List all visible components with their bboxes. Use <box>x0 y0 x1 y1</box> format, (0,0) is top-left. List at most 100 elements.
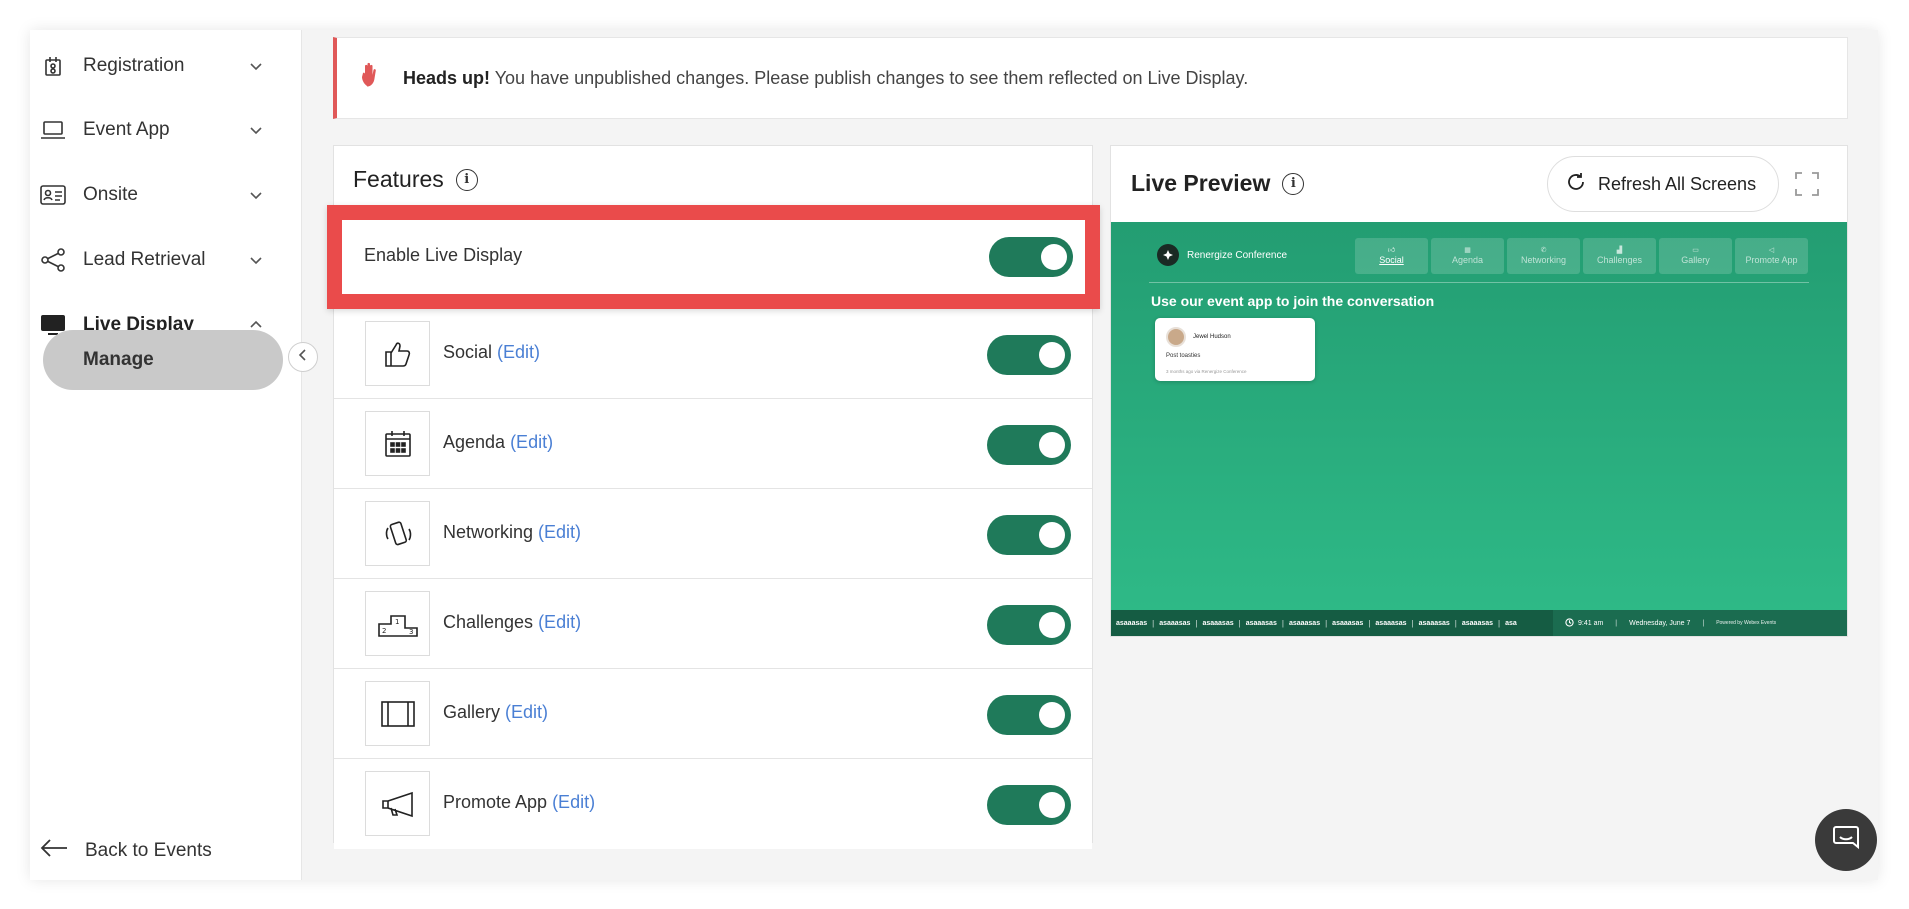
ticker-date: Wednesday, June 7 <box>1629 619 1691 627</box>
feature-name: Challenges <box>443 612 534 632</box>
clock-icon <box>1565 617 1574 629</box>
sidebar-item-label: Onsite <box>83 184 138 205</box>
edit-challenges-link[interactable]: (Edit) <box>538 612 581 632</box>
promote-app-toggle[interactable] <box>987 785 1071 825</box>
post-text: Post toasties <box>1166 353 1201 359</box>
sidebar-item-lead-retrieval[interactable]: Lead Retrieval <box>30 240 302 280</box>
preview-headline: Use our event app to join the conversati… <box>1151 293 1435 309</box>
ticker-item: asaaasas <box>1245 619 1277 627</box>
preview-tab-promote-app: ◁ Promote App <box>1735 238 1808 274</box>
preview-tab-agenda: ▦ Agenda <box>1431 238 1504 274</box>
edit-networking-link[interactable]: (Edit) <box>538 522 581 542</box>
feature-name: Agenda <box>443 432 506 452</box>
preview-divider <box>1149 282 1809 283</box>
features-title: Features <box>353 166 444 192</box>
alert-message: You have unpublished changes. Please pub… <box>490 67 1249 88</box>
phone-vibrate-icon <box>365 501 430 566</box>
sidebar-item-event-app[interactable]: Event App <box>30 110 302 150</box>
edit-promote-app-link[interactable]: (Edit) <box>552 792 595 812</box>
preview-tab-social: 👍︎ Social <box>1355 238 1428 274</box>
preview-tabs: 👍︎ Social ▦ Agenda ✆ Networking ▟ Challenges… <box>1355 238 1811 274</box>
feature-name: Social <box>443 342 493 362</box>
event-brand: Renergize Conference <box>1149 244 1287 266</box>
thumbs-up-icon: 👍︎ <box>1387 247 1396 254</box>
phone-vibrate-icon: ✆ <box>1540 247 1547 254</box>
feature-row-promote-app: Promote App (Edit) <box>334 759 1092 849</box>
unpublished-changes-alert: Heads up! You have unpublished changes. … <box>333 37 1848 119</box>
refresh-all-screens-button[interactable]: Refresh All Screens <box>1547 156 1779 212</box>
thumbs-up-icon <box>365 321 430 386</box>
ticker-meta: 9:41 am | Wednesday, June 7 | Powered by… <box>1553 610 1847 636</box>
info-icon[interactable]: i <box>1282 172 1305 195</box>
challenges-toggle[interactable] <box>987 605 1071 645</box>
post-time: 3 months ago via Renergize Conference <box>1166 369 1247 374</box>
id-card-icon <box>40 182 66 208</box>
powered-by: Powered by Webex Events <box>1716 620 1777 626</box>
arrow-left-icon <box>40 838 68 864</box>
live-preview-title: Live Preview <box>1131 170 1271 196</box>
alert-heading: Heads up! <box>403 67 491 88</box>
info-icon[interactable]: i <box>455 168 478 191</box>
registration-icon <box>40 53 66 79</box>
ticker-item: asaaasas <box>1418 619 1450 627</box>
preview-tab-challenges: ▟ Challenges <box>1583 238 1656 274</box>
back-to-events-label: Back to Events <box>85 840 212 861</box>
megaphone-icon: ◁ <box>1768 247 1775 254</box>
sidebar-item-label: Lead Retrieval <box>83 249 206 270</box>
preview-ticker: asaaasas | asaaasas | asaaasas | asaaasas | … <box>1111 610 1847 636</box>
chat-support-button[interactable] <box>1815 809 1877 871</box>
social-toggle[interactable] <box>987 335 1071 375</box>
gallery-icon: ▭ <box>1692 247 1699 254</box>
laptop-icon <box>40 117 66 143</box>
feature-name: Networking <box>443 522 534 542</box>
avatar <box>1166 327 1186 347</box>
feature-row-agenda: Agenda (Edit) <box>334 399 1092 489</box>
svg-text:3: 3 <box>409 628 413 636</box>
sidebar-sub-item-manage[interactable]: Manage <box>43 330 283 390</box>
enable-live-display-row: Enable Live Display <box>327 205 1100 309</box>
chevron-down-icon <box>248 58 264 74</box>
ticker-item: asaaasas <box>1288 619 1321 627</box>
svg-text:2: 2 <box>382 627 386 635</box>
chevron-down-icon <box>248 122 264 138</box>
hand-wave-icon <box>361 62 383 95</box>
chevron-down-icon <box>248 187 264 203</box>
sidebar-item-registration[interactable]: Registration <box>30 46 302 86</box>
feature-row-challenges: 1 2 3 Challenges (Edit) <box>334 579 1092 669</box>
megaphone-icon <box>365 771 430 836</box>
networking-toggle[interactable] <box>987 515 1071 555</box>
preview-tab-networking: ✆ Networking <box>1507 238 1580 274</box>
feature-row-social: Social (Edit) <box>334 309 1092 399</box>
app-frame: Registration Event App Onsite Lead Retri… <box>30 30 1878 880</box>
gallery-toggle[interactable] <box>987 695 1071 735</box>
sidebar-item-label: Registration <box>83 55 185 76</box>
sidebar: Registration Event App Onsite Lead Retri… <box>30 30 302 880</box>
edit-agenda-link[interactable]: (Edit) <box>510 432 553 452</box>
chat-icon <box>1832 825 1860 856</box>
chevron-left-icon <box>297 348 309 367</box>
collapse-sidebar-button[interactable] <box>288 342 318 372</box>
refresh-label: Refresh All Screens <box>1598 173 1757 194</box>
edit-gallery-link[interactable]: (Edit) <box>505 702 548 722</box>
ticker-item: asaaasas <box>1202 619 1234 627</box>
sidebar-sub-item-label: Manage <box>83 349 154 370</box>
sidebar-item-label: Event App <box>83 119 170 140</box>
sidebar-item-onsite[interactable]: Onsite <box>30 175 302 215</box>
feature-name: Gallery <box>443 702 501 722</box>
fullscreen-icon[interactable] <box>1795 172 1819 196</box>
ticker-item: asa <box>1505 619 1517 627</box>
ticker-item: asaaasas <box>1116 619 1148 627</box>
refresh-icon <box>1566 172 1586 197</box>
back-to-events-link[interactable]: Back to Events <box>40 838 212 864</box>
agenda-toggle[interactable] <box>987 425 1071 465</box>
podium-icon: ▟ <box>1616 247 1623 254</box>
chevron-down-icon <box>248 252 264 268</box>
edit-social-link[interactable]: (Edit) <box>497 342 540 362</box>
feature-row-networking: Networking (Edit) <box>334 489 1092 579</box>
ticker-item: asaaasas <box>1159 619 1191 627</box>
enable-live-display-toggle[interactable] <box>989 237 1073 277</box>
feature-name: Promote App <box>443 792 548 812</box>
calendar-icon <box>365 411 430 476</box>
share-icon <box>40 247 66 273</box>
live-preview-panel: Live Preview i Refresh All Screens Rener… <box>1110 145 1848 637</box>
